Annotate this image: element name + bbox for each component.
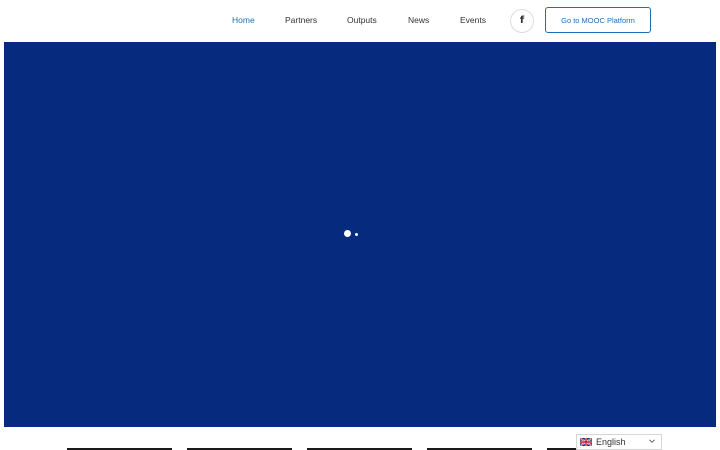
nav-events[interactable]: Events — [460, 14, 486, 26]
chevron-down-icon — [649, 439, 655, 443]
slider-dot[interactable] — [355, 232, 358, 236]
hero-banner — [4, 42, 716, 427]
facebook-icon: f — [519, 15, 525, 26]
slider-dot-active[interactable] — [344, 230, 351, 237]
nav-news[interactable]: News — [408, 14, 429, 26]
nav-partners[interactable]: Partners — [285, 14, 317, 26]
site-header: Home Partners Outputs News Events f Go t… — [0, 0, 720, 41]
language-label: English — [596, 437, 626, 447]
nav-home[interactable]: Home — [232, 14, 255, 26]
uk-flag-icon — [580, 438, 592, 446]
page: Home Partners Outputs News Events f Go t… — [0, 0, 720, 450]
go-to-mooc-button[interactable]: Go to MOOC Platform — [545, 7, 651, 33]
nav-outputs[interactable]: Outputs — [347, 14, 377, 26]
language-selector[interactable]: English — [576, 434, 662, 450]
facebook-button[interactable]: f — [510, 9, 534, 33]
